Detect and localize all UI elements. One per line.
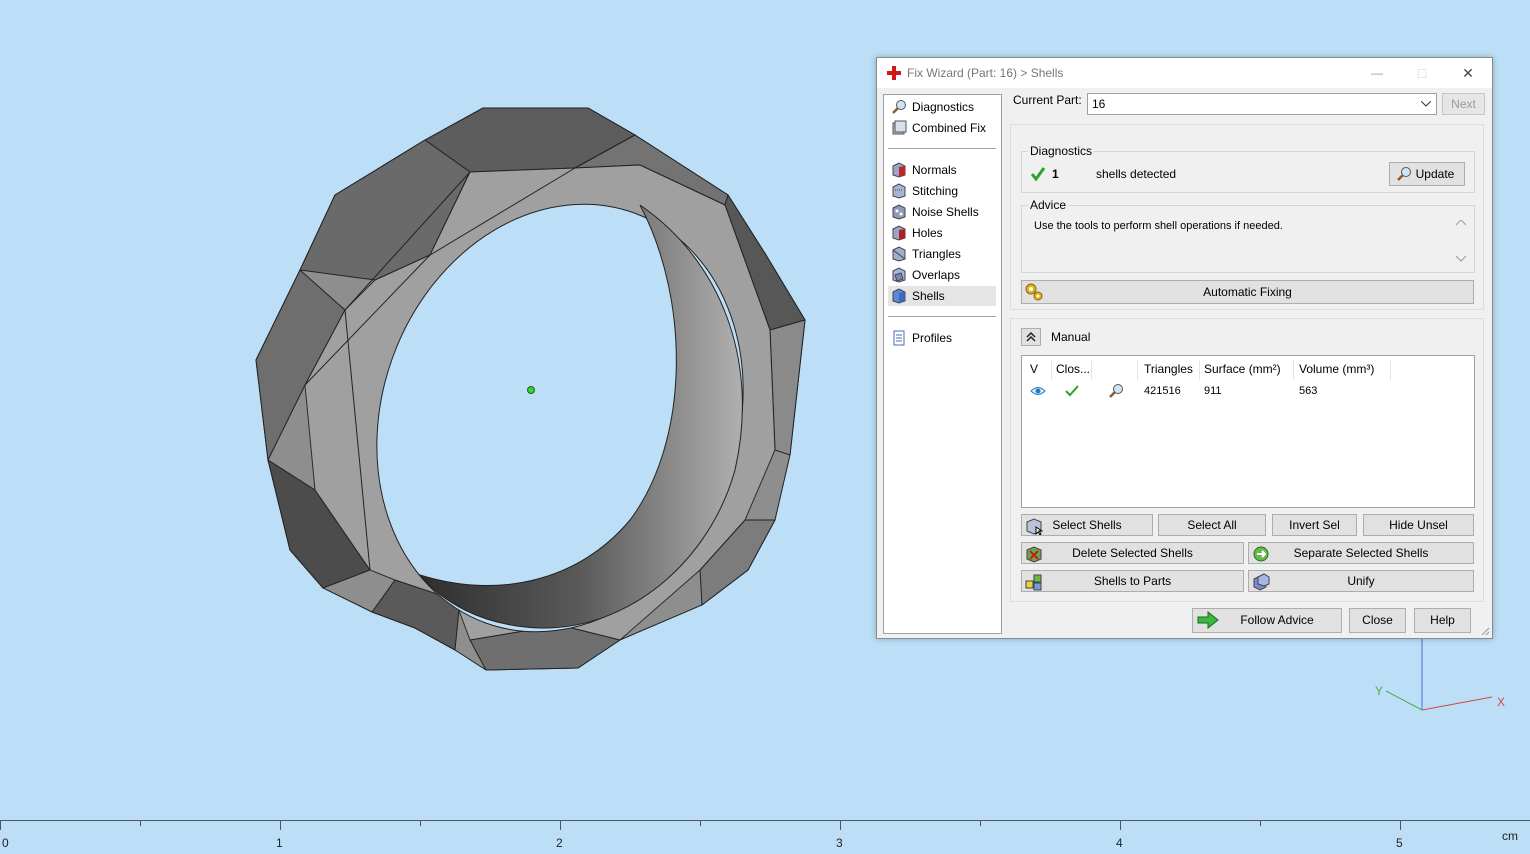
- sidebar-item-overlaps[interactable]: Overlaps: [888, 265, 996, 285]
- y-axis-label: Y: [1375, 684, 1384, 698]
- sidebar-item-combined-fix[interactable]: Combined Fix: [888, 118, 996, 138]
- sidebar-item-profiles[interactable]: Profiles: [888, 328, 996, 348]
- sidebar-item-triangles[interactable]: Triangles: [888, 244, 996, 264]
- measurement-ruler: 0 1 2 3 4 5 cm: [0, 814, 1530, 854]
- unify-icon: [1253, 573, 1270, 591]
- sidebar-item-holes[interactable]: Holes: [888, 223, 996, 243]
- shell-count: 1: [1052, 167, 1059, 181]
- column-header-triangles[interactable]: Triangles: [1140, 360, 1200, 380]
- follow-advice-button[interactable]: Follow Advice: [1192, 608, 1342, 633]
- sidebar-item-shells[interactable]: Shells: [888, 286, 996, 306]
- close-window-button[interactable]: ✕: [1446, 58, 1490, 88]
- advice-text: Use the tools to perform shell operation…: [1034, 220, 1283, 232]
- current-part-label: Current Part:: [1013, 93, 1082, 107]
- ruler-label: 4: [1116, 836, 1123, 850]
- manual-panel: Manual V Clos... Triangles Surface (mm²)…: [1010, 318, 1484, 602]
- holes-icon: [892, 225, 906, 241]
- combined-fix-icon: [892, 120, 907, 135]
- resize-grip-icon[interactable]: [1480, 626, 1490, 636]
- overlaps-icon: [892, 267, 906, 283]
- unify-button[interactable]: Unify: [1248, 570, 1474, 592]
- dialog-titlebar[interactable]: Fix Wizard (Part: 16) > Shells — □ ✕: [877, 58, 1492, 88]
- diagnostics-title: Diagnostics: [1028, 144, 1095, 158]
- shells-table[interactable]: V Clos... Triangles Surface (mm²) Volume…: [1021, 355, 1475, 508]
- cell-triangles: 421516: [1144, 385, 1181, 397]
- update-button[interactable]: Update: [1389, 162, 1465, 186]
- closed-checkmark-icon: [1065, 385, 1079, 397]
- shells-to-parts-button[interactable]: Shells to Parts: [1021, 570, 1244, 592]
- select-shells-icon: [1026, 518, 1043, 535]
- table-row[interactable]: 421516 911 563: [1022, 380, 1474, 402]
- ruler-label: 3: [836, 836, 843, 850]
- noise-shells-icon: [892, 204, 906, 220]
- green-arrow-icon: [1197, 611, 1219, 629]
- minimize-button[interactable]: —: [1355, 58, 1399, 88]
- ruler-label: 1: [276, 836, 283, 850]
- hide-unsel-button[interactable]: Hide Unsel: [1363, 514, 1474, 536]
- ruler-label: 2: [556, 836, 563, 850]
- ruler-unit-label: cm: [1502, 829, 1518, 843]
- scroll-down-icon: [1456, 256, 1466, 262]
- normals-icon: [892, 162, 906, 178]
- cell-volume: 563: [1299, 385, 1318, 397]
- red-cross-icon: [887, 66, 901, 80]
- ruler-label: 5: [1396, 836, 1403, 850]
- profiles-icon: [893, 330, 905, 346]
- x-axis-label: X: [1497, 695, 1506, 709]
- scroll-up-icon: [1456, 220, 1466, 226]
- sidebar-item-normals[interactable]: Normals: [888, 160, 996, 180]
- magnifier-icon: [1397, 167, 1411, 181]
- separate-shells-icon: [1253, 546, 1269, 562]
- diagnostics-group: Diagnostics 1 shells detected Update: [1021, 144, 1475, 193]
- axis-triad: [1385, 637, 1493, 711]
- delete-shells-icon: [1026, 546, 1042, 563]
- column-header-visible[interactable]: V: [1026, 360, 1052, 380]
- automatic-fixing-button[interactable]: Automatic Fixing: [1021, 280, 1474, 304]
- gears-icon: [1025, 283, 1043, 301]
- shells-icon: [892, 288, 906, 304]
- shells-to-parts-icon: [1025, 574, 1042, 591]
- sidebar-item-stitching[interactable]: Stitching: [888, 181, 996, 201]
- collapse-toggle[interactable]: [1021, 328, 1041, 346]
- fix-wizard-dialog: Fix Wizard (Part: 16) > Shells — □ ✕ Dia…: [876, 57, 1493, 639]
- column-header-closed[interactable]: Clos...: [1052, 360, 1092, 380]
- stitching-icon: [892, 183, 906, 199]
- invert-sel-button[interactable]: Invert Sel: [1272, 514, 1357, 536]
- ruler-label: 0: [2, 836, 9, 850]
- column-header-volume[interactable]: Volume (mm³): [1295, 360, 1391, 380]
- cell-surface: 911: [1204, 385, 1222, 397]
- chevron-up-double-icon: [1026, 332, 1036, 342]
- next-button[interactable]: Next: [1442, 93, 1485, 115]
- close-button[interactable]: Close: [1349, 608, 1406, 633]
- magnifier-icon: [892, 100, 906, 114]
- chevron-down-icon: [1421, 101, 1431, 107]
- triangles-icon: [892, 246, 906, 262]
- maximize-button[interactable]: □: [1400, 58, 1444, 88]
- advice-scrollbar[interactable]: [1454, 214, 1468, 268]
- column-header-surface[interactable]: Surface (mm²): [1200, 360, 1294, 380]
- sidebar-item-diagnostics[interactable]: Diagnostics: [888, 97, 996, 117]
- shells-detected-text: shells detected: [1096, 167, 1177, 181]
- delete-selected-shells-button[interactable]: Delete Selected Shells: [1021, 542, 1244, 564]
- advice-title: Advice: [1028, 198, 1069, 212]
- eye-icon[interactable]: [1030, 385, 1046, 397]
- manual-title: Manual: [1051, 330, 1091, 344]
- sidebar-item-noise-shells[interactable]: Noise Shells: [888, 202, 996, 222]
- wizard-sidebar: Diagnostics Combined Fix Normals Stitchi…: [883, 94, 1002, 634]
- select-all-button[interactable]: Select All: [1158, 514, 1266, 536]
- dialog-title: Fix Wizard (Part: 16) > Shells: [907, 66, 1064, 80]
- advice-group: Advice Use the tools to perform shell op…: [1021, 198, 1475, 273]
- diagnostics-panel: Diagnostics 1 shells detected Update Adv…: [1010, 124, 1484, 310]
- current-part-value: 16: [1092, 97, 1106, 111]
- zoom-to-shell-icon[interactable]: [1108, 383, 1124, 399]
- select-shells-button[interactable]: Select Shells: [1021, 514, 1153, 536]
- column-header-action[interactable]: [1092, 360, 1138, 380]
- checkmark-icon: [1030, 167, 1046, 182]
- separate-selected-shells-button[interactable]: Separate Selected Shells: [1248, 542, 1474, 564]
- current-part-dropdown[interactable]: 16: [1087, 93, 1437, 115]
- help-button[interactable]: Help: [1414, 608, 1471, 633]
